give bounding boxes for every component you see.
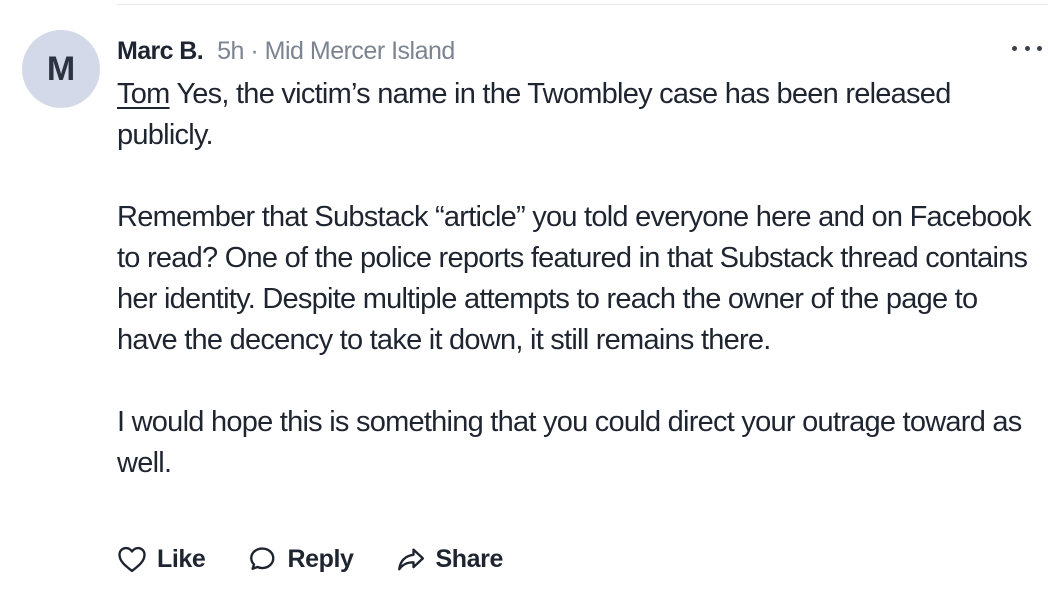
comment-paragraph: I would hope this is something that you … [117,406,1022,479]
reply-label: Reply [287,544,354,573]
author-name[interactable]: Marc B. [117,37,204,66]
share-label: Share [435,544,504,573]
like-button[interactable]: Like [117,544,206,574]
comment-header: Marc B. 5h · Mid Mercer Island [117,34,455,68]
comment-body: Tom Yes, the victim’s name in the Twombl… [117,74,1042,484]
share-button[interactable]: Share [396,545,503,574]
avatar-initial: M [46,49,76,88]
mention-link[interactable]: Tom [117,78,170,110]
comment-actions: Like Reply Share [117,538,545,580]
paragraph-text: Yes, the victim’s name in the Twombley c… [117,78,951,151]
speech-bubble-icon [250,547,275,570]
avatar[interactable]: M [22,30,100,108]
like-label: Like [157,544,206,573]
comment-paragraph: Tom Yes, the victim’s name in the Twombl… [117,74,1042,156]
top-divider [117,4,1048,5]
reply-button[interactable]: Reply [247,544,354,574]
comment-paragraph: Remember that Substack “article” you tol… [117,201,1032,356]
more-options-icon[interactable] [1012,38,1042,58]
comment-meta: 5h · Mid Mercer Island [217,36,455,65]
heart-icon [118,546,146,573]
share-arrow-icon [397,548,424,571]
